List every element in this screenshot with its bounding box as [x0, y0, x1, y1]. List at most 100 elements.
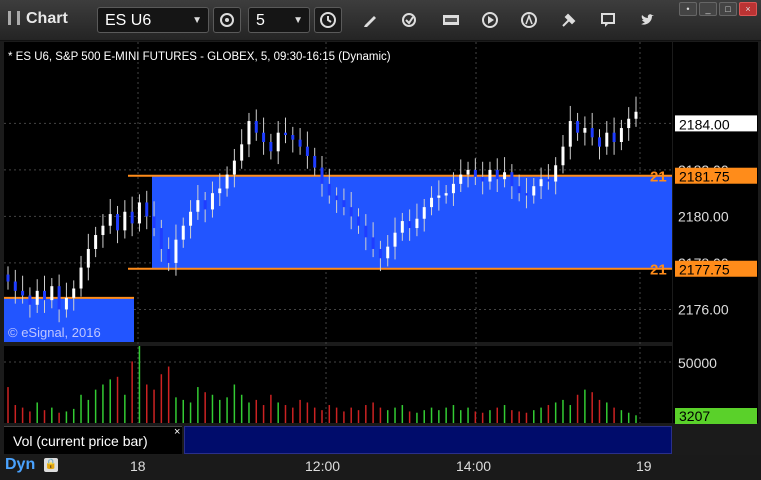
candle-body[interactable] — [123, 211, 127, 231]
candle-body[interactable] — [451, 183, 455, 194]
candle-body[interactable] — [590, 128, 594, 138]
candle-body[interactable] — [283, 132, 287, 136]
candle-body[interactable] — [86, 248, 90, 268]
lower-level-tag[interactable]: 2177.75 — [679, 262, 730, 278]
candle-body[interactable] — [349, 207, 353, 217]
candle-body[interactable] — [6, 274, 10, 282]
candle-body[interactable] — [181, 225, 185, 240]
candle-body[interactable] — [371, 237, 375, 249]
last-price-tag[interactable]: 2184.00 — [679, 116, 730, 132]
lock-icon[interactable]: 🔒 — [44, 458, 58, 472]
candle-body[interactable] — [357, 216, 361, 226]
candle-body[interactable] — [13, 281, 17, 291]
mode-label[interactable]: Dyn — [5, 456, 35, 474]
candle-body[interactable] — [152, 216, 156, 229]
candle-body[interactable] — [532, 186, 536, 196]
candle-body[interactable] — [50, 286, 54, 301]
candle-body[interactable] — [422, 207, 426, 219]
candle-body[interactable] — [94, 235, 98, 249]
candle-body[interactable] — [612, 132, 616, 142]
candle-body[interactable] — [298, 139, 302, 147]
candle-body[interactable] — [145, 202, 149, 217]
candle-body[interactable] — [510, 172, 514, 187]
candle-body[interactable] — [627, 118, 631, 129]
price-chart[interactable]: * ES U6, S&P 500 E-MINI FUTURES - GLOBEX… — [0, 0, 761, 455]
candle-body[interactable] — [576, 121, 580, 133]
candle-body[interactable] — [35, 290, 39, 305]
candle-body[interactable] — [546, 179, 550, 182]
candle-body[interactable] — [393, 232, 397, 247]
candle-body[interactable] — [466, 169, 470, 175]
candle-body[interactable] — [21, 290, 25, 296]
candle-body[interactable] — [167, 248, 171, 263]
candle-body[interactable] — [400, 221, 404, 233]
candle-body[interactable] — [108, 214, 112, 226]
candle-body[interactable] — [276, 132, 280, 152]
upper-level-tag[interactable]: 2181.75 — [679, 169, 730, 185]
candle-body[interactable] — [28, 295, 32, 305]
candle-body[interactable] — [495, 169, 499, 180]
candle-body[interactable] — [57, 286, 61, 310]
candle-body[interactable] — [444, 193, 448, 196]
candle-body[interactable] — [101, 225, 105, 236]
x-tick-label: 18 — [130, 458, 146, 474]
candle-body[interactable] — [79, 267, 83, 289]
volume-study-label[interactable]: Vol (current price bar) — [4, 426, 182, 454]
candle-body[interactable] — [116, 214, 120, 231]
x-tick-label: 12:00 — [305, 458, 341, 474]
volume-tag[interactable]: 3207 — [679, 408, 710, 424]
candle-body[interactable] — [583, 128, 587, 133]
candle-body[interactable] — [539, 179, 543, 187]
candle-body[interactable] — [247, 121, 251, 145]
candle-body[interactable] — [269, 142, 273, 152]
close-icon[interactable]: × — [174, 426, 180, 438]
candle-body[interactable] — [568, 121, 572, 147]
candle-body[interactable] — [327, 183, 331, 196]
candle-body[interactable] — [189, 211, 193, 226]
candle-body[interactable] — [174, 239, 178, 263]
candle-body[interactable] — [408, 221, 412, 229]
candle-body[interactable] — [605, 132, 609, 147]
candle-body[interactable] — [430, 197, 434, 208]
candle-body[interactable] — [473, 169, 477, 177]
candle-body[interactable] — [437, 195, 441, 198]
candle-body[interactable] — [218, 188, 222, 194]
candle-body[interactable] — [159, 228, 163, 249]
candle-body[interactable] — [517, 186, 521, 194]
candle-body[interactable] — [196, 200, 200, 212]
candle-body[interactable] — [481, 176, 485, 182]
candle-body[interactable] — [415, 218, 419, 229]
candle-body[interactable] — [597, 137, 601, 147]
candle-body[interactable] — [320, 167, 324, 184]
candle-body[interactable] — [554, 165, 558, 182]
candle-body[interactable] — [386, 246, 390, 259]
candle-body[interactable] — [291, 135, 295, 140]
candle-body[interactable] — [378, 248, 382, 259]
candle-body[interactable] — [342, 200, 346, 208]
x-tick-label: 14:00 — [456, 458, 492, 474]
candle-body[interactable] — [137, 202, 141, 224]
candle-body[interactable] — [225, 174, 229, 189]
candle-body[interactable] — [619, 128, 623, 142]
candle-body[interactable] — [72, 288, 76, 298]
candle-body[interactable] — [305, 146, 309, 156]
candle-body[interactable] — [210, 193, 214, 210]
candle-body[interactable] — [524, 193, 528, 196]
candle-body[interactable] — [459, 174, 463, 184]
candle-body[interactable] — [240, 144, 244, 161]
candle-body[interactable] — [262, 132, 266, 142]
candle-body[interactable] — [488, 169, 492, 182]
candle-body[interactable] — [364, 225, 368, 238]
candle-body[interactable] — [561, 146, 565, 166]
candle-body[interactable] — [64, 297, 68, 310]
candle-body[interactable] — [43, 290, 47, 301]
candle-body[interactable] — [313, 155, 317, 168]
candle-body[interactable] — [503, 172, 507, 180]
candle-body[interactable] — [130, 211, 134, 224]
candle-body[interactable] — [634, 111, 638, 119]
volume-pane[interactable] — [4, 346, 672, 423]
candle-body[interactable] — [232, 160, 236, 175]
candle-body[interactable] — [335, 195, 339, 201]
candle-body[interactable] — [254, 121, 258, 133]
candle-body[interactable] — [203, 200, 207, 210]
